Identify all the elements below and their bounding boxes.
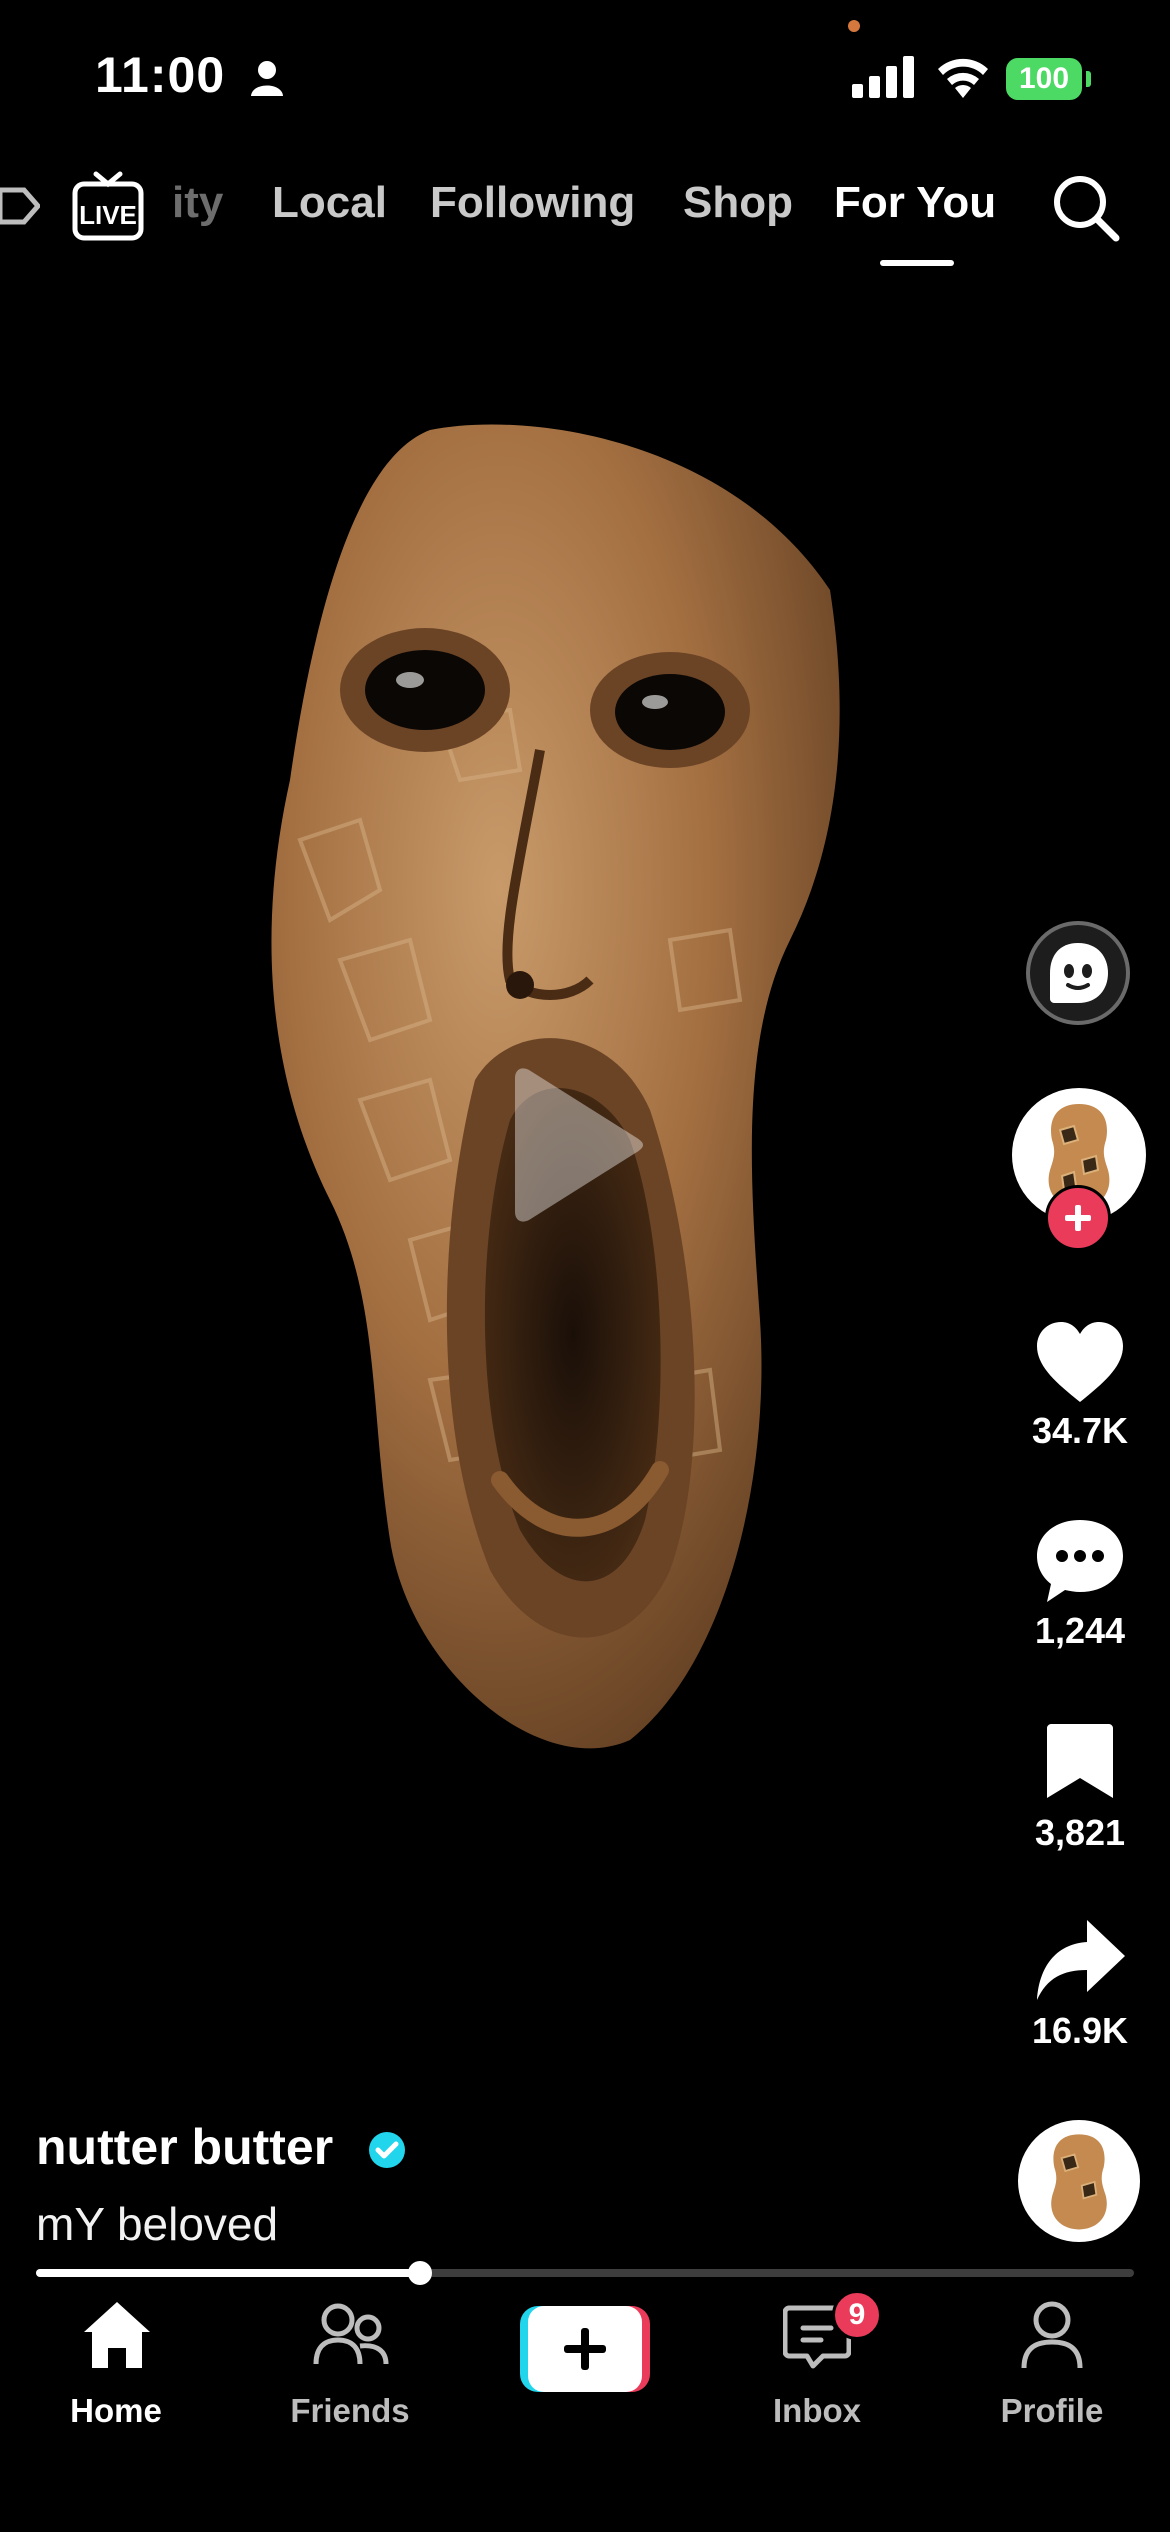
tab-local[interactable]: Local	[272, 178, 387, 228]
video-progress-fill	[36, 2269, 420, 2277]
live-label: LIVE	[79, 200, 137, 230]
peanut-sound-thumbnail	[1051, 2134, 1107, 2230]
person-icon	[251, 61, 283, 96]
verified-badge-icon	[369, 2132, 405, 2168]
tab-shop[interactable]: Shop	[683, 178, 793, 228]
play-icon[interactable]	[515, 1060, 645, 1230]
save-button[interactable]: 3,821	[990, 1722, 1170, 1872]
nav-inbox-label: Inbox	[773, 2392, 861, 2429]
comment-button[interactable]: 1,244	[990, 1518, 1170, 1668]
nav-home-label: Home	[70, 2392, 162, 2429]
cellular-signal-icon	[852, 56, 914, 98]
create-post-button[interactable]	[520, 2306, 650, 2392]
bookmark-icon	[1047, 1724, 1113, 1798]
video-caption: mY beloved	[36, 2198, 279, 2250]
battery-indicator: 100	[1006, 58, 1082, 100]
creator-username[interactable]: nutter butter	[36, 2118, 333, 2176]
like-count: 34.7K	[1031, 1410, 1129, 1451]
video-progress-scrubber[interactable]	[408, 2261, 432, 2285]
active-tab-indicator	[880, 260, 954, 266]
heart-icon	[1037, 1322, 1123, 1402]
live-feed-arrow-icon[interactable]	[0, 186, 40, 226]
profile-icon	[1021, 2301, 1083, 2369]
camera-indicator-dot	[848, 20, 860, 32]
like-button[interactable]: 34.7K	[990, 1320, 1170, 1470]
status-time: 11:00	[95, 47, 226, 103]
share-arrow-icon	[1037, 1920, 1125, 2000]
search-icon[interactable]	[1052, 174, 1120, 242]
follow-button[interactable]	[1045, 1185, 1111, 1251]
tab-following[interactable]: Following	[430, 178, 635, 228]
comment-count: 1,244	[1034, 1610, 1126, 1651]
inbox-notification-badge: 9	[832, 2290, 882, 2340]
friends-icon	[313, 2303, 389, 2365]
plus-icon	[1065, 1205, 1091, 1231]
share-count: 16.9K	[1031, 2010, 1129, 2051]
comment-icon	[1037, 1520, 1123, 1602]
tab-for-you[interactable]: For You	[834, 178, 996, 228]
nav-friends-label: Friends	[290, 2392, 410, 2429]
sound-disc-button[interactable]	[1018, 2120, 1140, 2242]
ai-face-icon	[1050, 943, 1108, 1003]
save-count: 3,821	[1034, 1812, 1126, 1853]
nav-profile-label: Profile	[1000, 2392, 1104, 2429]
share-button[interactable]: 16.9K	[990, 1918, 1170, 2068]
ai-assistant-button[interactable]	[1026, 921, 1130, 1025]
wifi-icon	[938, 58, 988, 98]
live-button[interactable]: LIVE	[72, 170, 144, 242]
home-icon	[84, 2302, 150, 2368]
tab-community[interactable]: ity	[172, 178, 223, 228]
battery-nub	[1086, 71, 1091, 87]
